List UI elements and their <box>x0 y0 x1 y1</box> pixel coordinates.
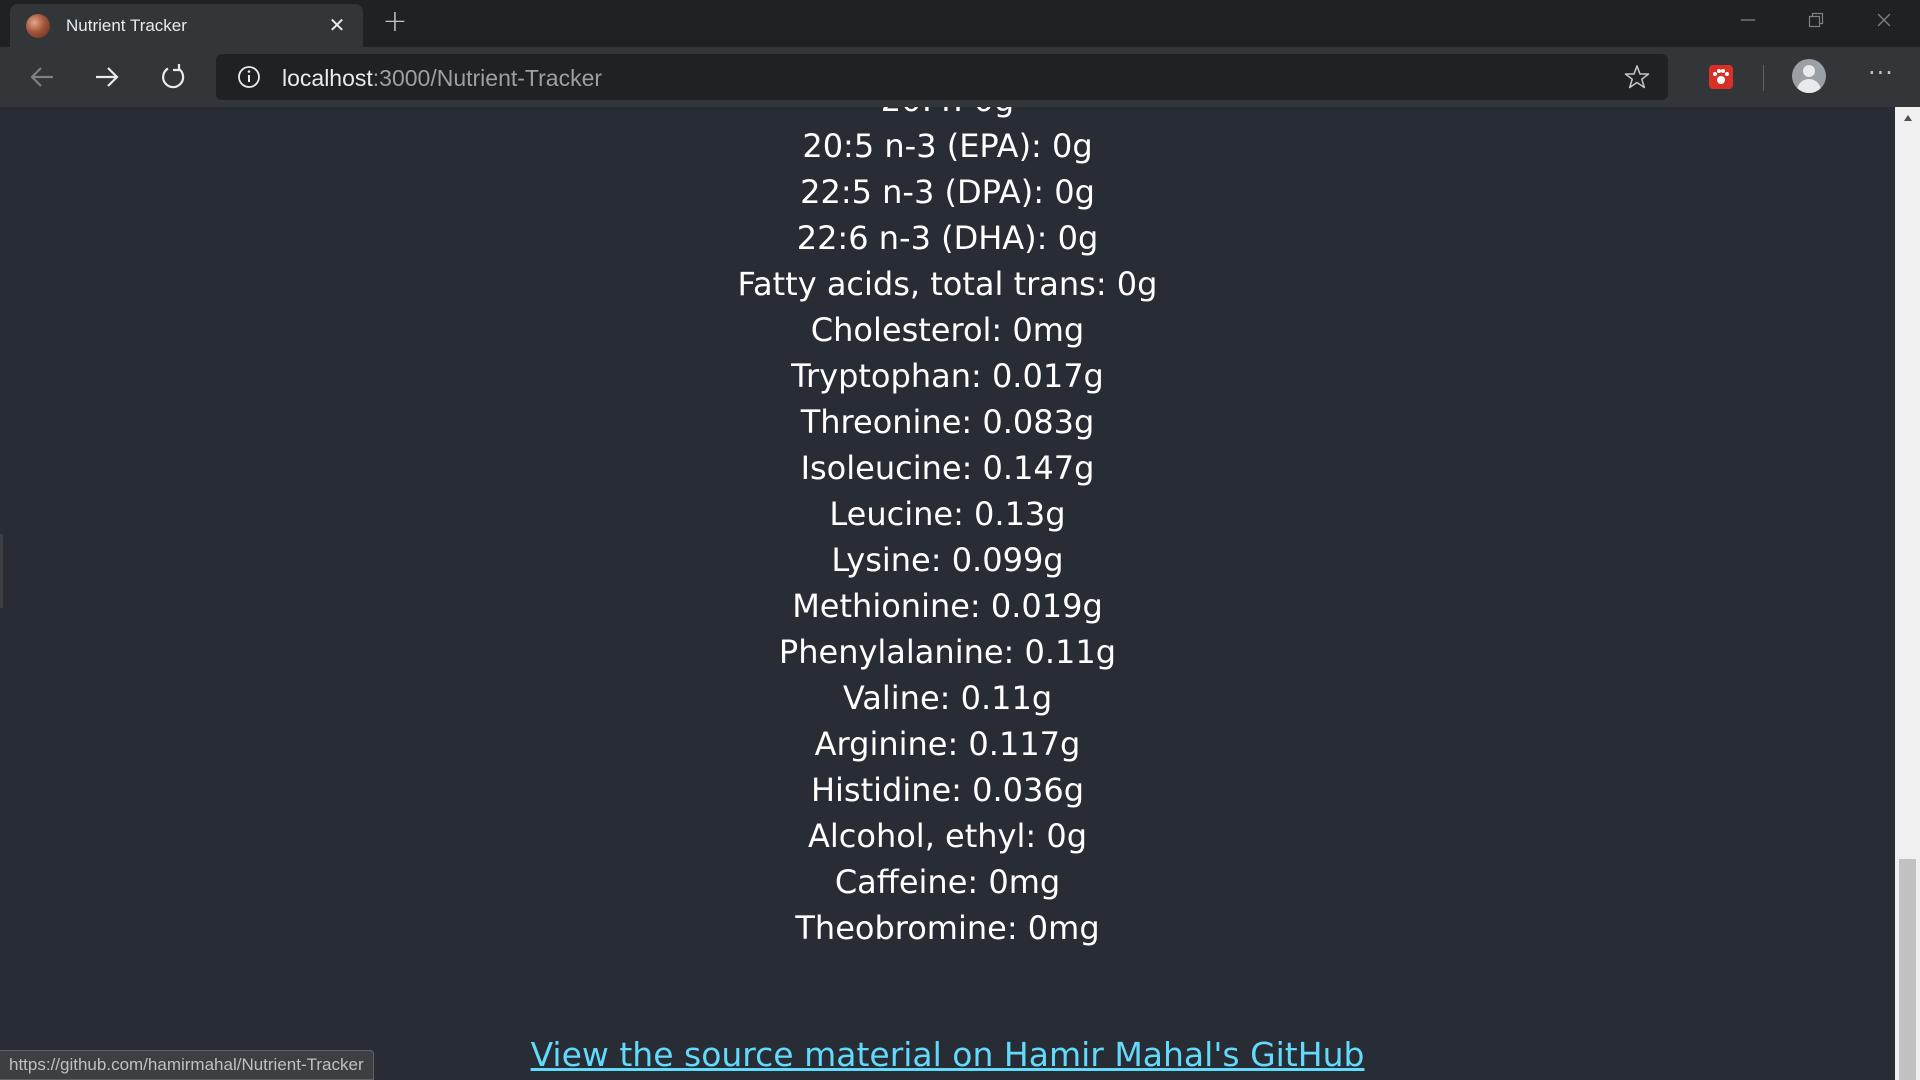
minimize-button[interactable] <box>1714 0 1782 40</box>
nutrient-item: Leucine: 0.13g <box>829 495 1066 533</box>
more-menu-button[interactable]: ··· <box>1864 59 1898 93</box>
nutrient-item: Fatty acids, total trans: 0g <box>737 265 1158 303</box>
bookmark-star-icon[interactable] <box>1624 64 1650 90</box>
extension-icon[interactable] <box>1709 65 1733 89</box>
nutrient-list: 20:4: 0g 20:5 n-3 (EPA): 0g 22:5 n-3 (DPA)… <box>0 107 1895 951</box>
vertical-scrollbar[interactable] <box>1895 107 1920 1080</box>
nutrient-item: Lysine: 0.099g <box>831 541 1064 579</box>
nutrient-item: Threonine: 0.083g <box>800 403 1095 441</box>
tab-title: Nutrient Tracker <box>66 16 187 35</box>
back-button[interactable] <box>24 59 60 95</box>
scroll-up-button[interactable] <box>1895 107 1920 129</box>
address-bar[interactable]: localhost:3000/Nutrient-Tracker <box>216 54 1668 100</box>
nutrient-item: Theobromine: 0mg <box>795 909 1100 947</box>
restore-button[interactable] <box>1782 0 1850 40</box>
nutrient-item: 20:5 n-3 (EPA): 0g <box>802 127 1093 165</box>
browser-toolbar: localhost:3000/Nutrient-Tracker ··· <box>0 47 1920 107</box>
scroll-up-arrow-icon <box>1903 115 1912 121</box>
restore-icon <box>1808 12 1824 28</box>
reload-icon <box>162 64 185 89</box>
profile-avatar[interactable] <box>1792 59 1826 93</box>
reload-button[interactable] <box>155 59 191 95</box>
new-tab-button[interactable]: + <box>380 7 410 38</box>
nutrient-item: 20:4: 0g <box>0 107 1895 123</box>
nutrient-item: Phenylalanine: 0.11g <box>778 633 1117 671</box>
nutrient-item: Methionine: 0.019g <box>792 587 1103 625</box>
nutrient-item: 22:5 n-3 (DPA): 0g <box>800 173 1095 211</box>
minimize-icon <box>1741 19 1755 21</box>
nutrient-item: 22:6 n-3 (DHA): 0g <box>796 219 1099 257</box>
avatar-head <box>1803 65 1815 77</box>
nutrient-item: Caffeine: 0mg <box>834 863 1061 901</box>
url-text[interactable]: localhost:3000/Nutrient-Tracker <box>282 65 602 92</box>
paw-icon <box>1713 69 1729 84</box>
forward-button[interactable] <box>89 59 125 95</box>
nutrient-item: Isoleucine: 0.147g <box>800 449 1095 487</box>
nutrient-item: Valine: 0.11g <box>842 679 1053 717</box>
back-arrow-icon <box>30 67 53 87</box>
forward-arrow-icon <box>96 67 119 87</box>
close-window-icon <box>1877 13 1891 27</box>
nutrient-item: Histidine: 0.036g <box>810 771 1085 809</box>
link-status-bubble: https://github.com/hamirmahal/Nutrient-T… <box>0 1050 374 1080</box>
url-host: localhost <box>282 65 373 91</box>
close-tab-icon[interactable]: ✕ <box>325 13 349 37</box>
nutrient-item: Tryptophan: 0.017g <box>791 357 1104 395</box>
tab-favicon-icon <box>26 14 50 38</box>
nutrient-item: Alcohol, ethyl: 0g <box>807 817 1087 855</box>
left-edge-handle <box>0 534 3 608</box>
toolbar-divider <box>1763 65 1764 91</box>
nutrient-item: Cholesterol: 0mg <box>810 311 1085 349</box>
page-viewport: 20:4: 0g 20:5 n-3 (EPA): 0g 22:5 n-3 (DPA)… <box>0 107 1895 1080</box>
avatar-body <box>1797 79 1821 93</box>
nutrient-item: Arginine: 0.117g <box>814 725 1081 763</box>
browser-tab[interactable]: Nutrient Tracker ✕ <box>10 4 363 47</box>
browser-title-bar: Nutrient Tracker ✕ + <box>0 0 1920 47</box>
url-path: :3000/Nutrient-Tracker <box>372 65 603 91</box>
info-icon[interactable] <box>236 64 262 90</box>
scrollbar-thumb[interactable] <box>1899 859 1916 1080</box>
close-window-button[interactable] <box>1850 0 1918 40</box>
